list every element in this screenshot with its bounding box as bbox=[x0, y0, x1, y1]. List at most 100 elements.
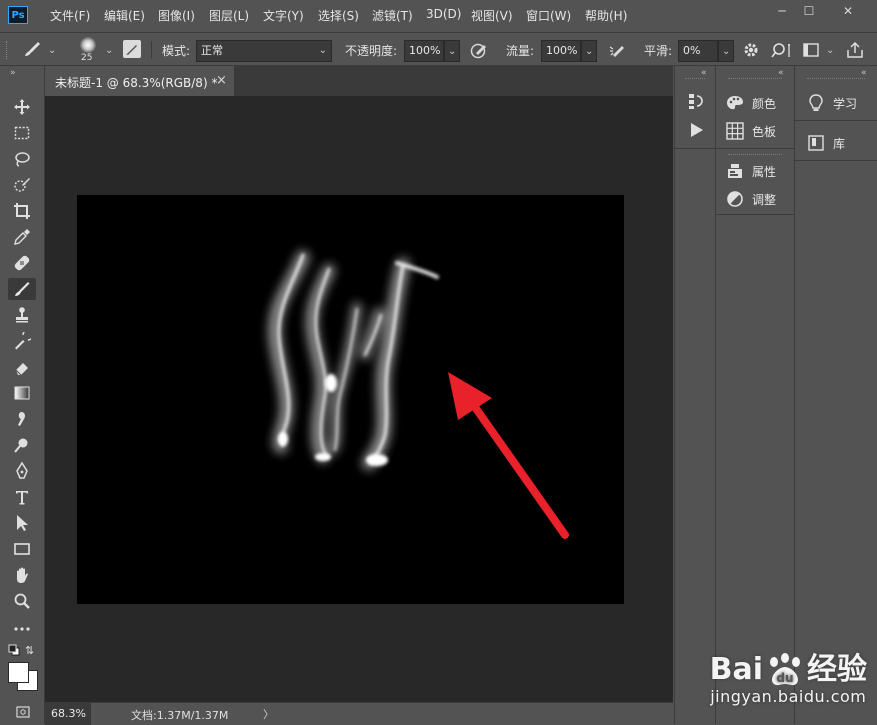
hand-icon[interactable] bbox=[8, 564, 36, 586]
pressure-size-icon[interactable] bbox=[771, 41, 793, 62]
zoom-icon[interactable] bbox=[8, 590, 36, 612]
swatches-panel-label: 色板 bbox=[752, 124, 777, 139]
learn-panel-button[interactable]: 学习 bbox=[807, 90, 857, 116]
flow-dropdown[interactable]: ⌄ bbox=[581, 40, 597, 62]
eraser-icon[interactable] bbox=[8, 356, 36, 378]
close-window-button[interactable]: ✕ bbox=[836, 2, 860, 20]
brush-tool-icon[interactable] bbox=[8, 278, 36, 300]
menu-image[interactable]: 图像(I) bbox=[158, 7, 195, 24]
rectangular-marquee-icon[interactable] bbox=[8, 122, 36, 144]
properties-icon bbox=[728, 164, 742, 178]
zoom-level-field[interactable]: 68.3% bbox=[45, 703, 91, 725]
options-grip bbox=[6, 41, 9, 59]
palette-icon bbox=[727, 96, 743, 110]
airbrush-icon[interactable] bbox=[607, 41, 629, 62]
type-tool-icon[interactable] bbox=[8, 486, 36, 508]
collapse-panels-icon[interactable]: « bbox=[778, 68, 784, 78]
gradient-icon[interactable] bbox=[8, 382, 36, 404]
foreground-color-swatch[interactable] bbox=[8, 662, 29, 683]
flow-input[interactable]: 100% bbox=[541, 40, 581, 62]
swap-colors-icon[interactable]: ⇅ bbox=[25, 644, 34, 657]
smoothing-input[interactable]: 0% bbox=[678, 40, 718, 62]
clone-stamp-icon[interactable] bbox=[8, 304, 36, 326]
move-tool-icon[interactable] bbox=[8, 96, 36, 118]
default-colors-icon[interactable] bbox=[8, 644, 20, 659]
panel-strip: « bbox=[674, 66, 715, 724]
swatches-panel-button[interactable]: 色板 bbox=[726, 118, 776, 144]
lasso-icon[interactable] bbox=[8, 148, 36, 170]
menu-help[interactable]: 帮助(H) bbox=[585, 7, 627, 24]
menu-3d[interactable]: 3D(D) bbox=[426, 7, 461, 21]
annotation-arrow-shaft bbox=[466, 396, 569, 539]
divider bbox=[795, 160, 877, 161]
annotation-arrow bbox=[448, 372, 569, 539]
adjustments-panel-button[interactable]: 调整 bbox=[726, 186, 776, 212]
baidu-paw-logo: du bbox=[770, 653, 800, 686]
divider bbox=[795, 120, 877, 121]
menu-type[interactable]: 文字(Y) bbox=[263, 7, 304, 24]
history-brush-icon[interactable] bbox=[8, 330, 36, 352]
adjustments-panel-label: 调整 bbox=[752, 192, 777, 207]
pressure-opacity-icon[interactable] bbox=[469, 41, 489, 62]
menu-layer[interactable]: 图层(L) bbox=[209, 7, 249, 24]
chevron-down-icon[interactable]: ⌄ bbox=[826, 45, 834, 56]
opacity-label: 不透明度: bbox=[345, 44, 398, 58]
mode-label: 模式: bbox=[162, 44, 191, 58]
color-panel-button[interactable]: 颜色 bbox=[726, 90, 776, 116]
libraries-panel-button[interactable]: 库 bbox=[807, 130, 845, 156]
menu-window[interactable]: 窗口(W) bbox=[526, 7, 571, 24]
baidu-jingyan-watermark: Bai du 经验 jingyan.baidu.com bbox=[710, 652, 867, 707]
minimize-button[interactable]: ─ bbox=[770, 2, 794, 20]
close-tab-icon[interactable]: × bbox=[216, 73, 227, 88]
crop-icon[interactable] bbox=[8, 200, 36, 222]
opacity-input[interactable]: 100% bbox=[404, 40, 444, 62]
dodge-icon[interactable] bbox=[8, 434, 36, 456]
document-size-info: 文档:1.37M/1.37M bbox=[131, 709, 229, 722]
healing-brush-icon[interactable] bbox=[8, 252, 36, 274]
status-left-corner bbox=[0, 702, 44, 724]
document-tab[interactable]: 未标题-1 @ 68.3%(RGB/8) * × bbox=[45, 66, 234, 96]
brush-settings-panel-icon[interactable] bbox=[123, 40, 141, 58]
mode-select[interactable]: 正常 ⌄ bbox=[196, 40, 332, 62]
menu-edit[interactable]: 编辑(E) bbox=[104, 7, 145, 24]
eyedropper-icon[interactable] bbox=[8, 226, 36, 248]
brush-tip-preview-icon[interactable] bbox=[80, 37, 96, 53]
options-bar: ⌄ 25 ⌄ 模式: 正常 ⌄ 不透明度: 100% ⌄ 流量: 100% ⌄ … bbox=[0, 33, 877, 66]
annotation-arrow-head bbox=[448, 372, 492, 420]
watermark-brand-right: 经验 bbox=[807, 652, 867, 687]
actions-play-icon[interactable] bbox=[689, 122, 705, 141]
share-icon[interactable] bbox=[846, 41, 864, 62]
frame-icon[interactable] bbox=[16, 705, 30, 722]
menu-file[interactable]: 文件(F) bbox=[50, 7, 90, 24]
more-tools-icon[interactable] bbox=[8, 618, 36, 640]
brush-tool-preset-icon[interactable] bbox=[22, 40, 42, 61]
learn-panel-label: 学习 bbox=[833, 96, 858, 111]
menu-filter[interactable]: 滤镜(T) bbox=[372, 7, 413, 24]
collapse-panels-icon[interactable]: « bbox=[701, 68, 707, 78]
menu-view[interactable]: 视图(V) bbox=[471, 7, 513, 24]
panel-grip bbox=[728, 78, 782, 83]
photoshop-logo: Ps bbox=[8, 6, 28, 24]
color-panel-label: 颜色 bbox=[752, 96, 777, 111]
mode-select-value: 正常 bbox=[201, 44, 223, 57]
properties-panel-button[interactable]: 属性 bbox=[726, 158, 776, 184]
gear-icon[interactable] bbox=[742, 41, 760, 62]
chevron-down-icon[interactable]: ⌄ bbox=[48, 45, 56, 56]
menu-select[interactable]: 选择(S) bbox=[318, 7, 359, 24]
rectangle-tool-icon[interactable] bbox=[8, 538, 36, 560]
status-menu-arrow[interactable]: 〉 bbox=[263, 706, 274, 722]
lightbulb-icon bbox=[809, 94, 823, 111]
document-tab-title: 未标题-1 @ 68.3%(RGB/8) * bbox=[55, 76, 218, 90]
collapse-panel-icon[interactable]: » bbox=[10, 68, 16, 78]
history-panel-icon[interactable] bbox=[687, 92, 705, 113]
restore-button[interactable]: ☐ bbox=[797, 2, 821, 20]
smudge-icon[interactable] bbox=[8, 408, 36, 430]
pen-icon[interactable] bbox=[8, 460, 36, 482]
chevron-down-icon[interactable]: ⌄ bbox=[105, 45, 113, 56]
path-selection-icon[interactable] bbox=[8, 512, 36, 534]
smoothing-dropdown[interactable]: ⌄ bbox=[718, 40, 734, 62]
symmetry-icon[interactable] bbox=[803, 43, 819, 60]
collapse-panels-icon[interactable]: « bbox=[861, 68, 867, 78]
opacity-dropdown[interactable]: ⌄ bbox=[444, 40, 460, 62]
quick-selection-icon[interactable] bbox=[8, 174, 36, 196]
